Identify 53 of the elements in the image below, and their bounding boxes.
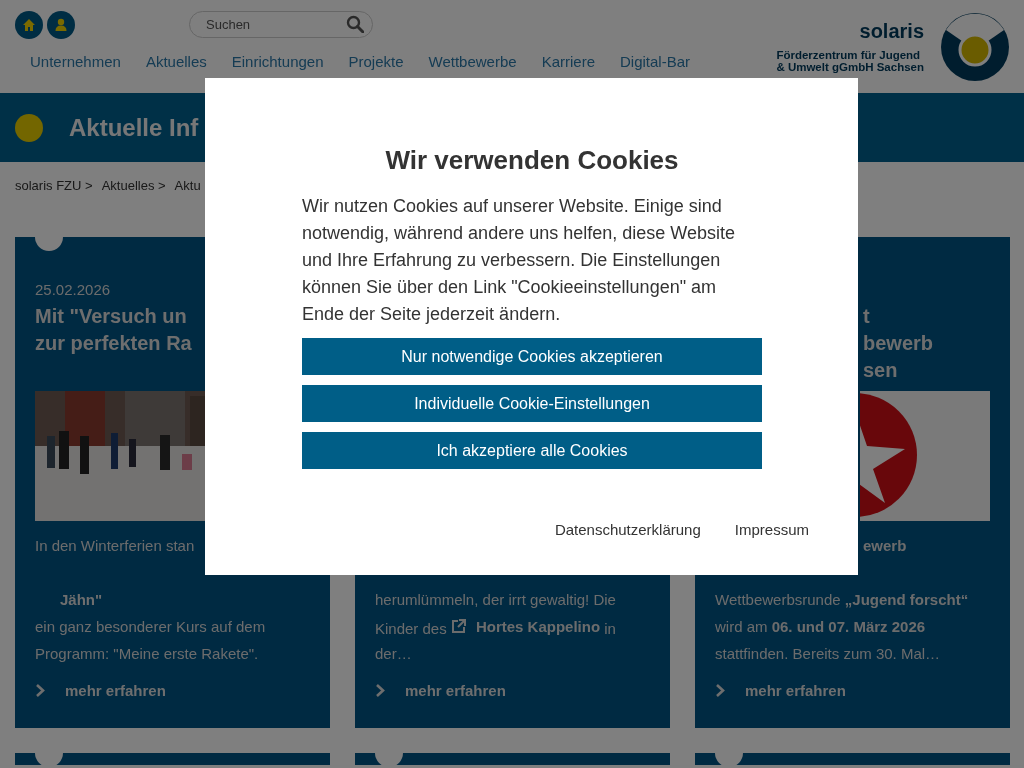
card-title: t [862, 304, 871, 329]
nav-link[interactable]: Wettbewerbe [428, 53, 517, 71]
chevron-icon [375, 684, 385, 697]
card-text: wird am 06. und 07. März 2026 [715, 617, 927, 637]
card-text: ein ganz besonderer Kurs auf dem [35, 617, 267, 637]
home-icon [22, 17, 36, 32]
page-title: Aktuelle Inf [69, 113, 199, 142]
card-title: zur perfekten Ra [35, 331, 193, 356]
nav-link[interactable]: Digital-Bar [620, 53, 691, 71]
card-text: in [604, 620, 616, 637]
search-icon[interactable] [346, 15, 364, 33]
more-link[interactable]: mehr erfahren [35, 682, 166, 699]
card-text: Programm: "Meine erste Rakete". [35, 644, 260, 664]
consent-button[interactable]: Nur notwendige Cookies akzeptieren [302, 338, 762, 375]
card-title: bewerb [862, 331, 935, 356]
breadcrumb-link[interactable]: Aktu [174, 178, 201, 237]
nav-link[interactable]: Projekte [348, 53, 404, 71]
dialog-title: Wir verwenden Cookies [384, 144, 680, 176]
card-text: In den Winterferien stan [35, 536, 196, 556]
user-icon [55, 17, 67, 32]
brand-tagline: & Umwelt gGmbH Sachsen [776, 61, 924, 73]
nav-link[interactable]: Einrichtungen [231, 53, 324, 71]
card-text: der… [375, 644, 413, 664]
card-text: ewerb [862, 536, 908, 556]
dialog-text: Wir nutzen Cookies auf unserer Website. Einige sind notwendig, während andere uns helfen, diese Website und Ihre Erfahrung zu verbessern. Die Einstellungen können Sie über den Link "Cookieeinstellungen" am Ende der Seite jederzeit ändern. [302, 195, 736, 326]
card-text: Wettbewerbsrunde „Jugend forscht“ [715, 590, 970, 610]
brand-name: solaris [859, 20, 924, 43]
home-button[interactable] [15, 10, 43, 39]
external-link-icon [450, 619, 466, 634]
external-link[interactable]: Jähn" [35, 586, 103, 613]
user-button[interactable] [47, 10, 75, 39]
search-field[interactable]: Suchen [189, 11, 373, 38]
card-text: herumlümmeln, der irrt gewaltig! Die [375, 590, 617, 610]
card-text: Kinder des [375, 620, 447, 637]
breadcrumb-link[interactable]: Aktuelles > [101, 178, 166, 237]
nav-link[interactable]: Aktuelles [145, 53, 207, 71]
footer-link[interactable]: Impressum [734, 521, 809, 538]
consent-button[interactable]: Ich akzeptiere alle Cookies [302, 432, 762, 469]
brand-tagline: Förderzentrum für Jugend [776, 49, 921, 61]
breadcrumb-link[interactable]: solaris FZU > [15, 178, 93, 237]
chevron-icon [715, 684, 725, 697]
nav-link[interactable]: Unternehmen [30, 53, 121, 71]
consent-button[interactable]: Individuelle Cookie-Einstellungen [302, 385, 762, 422]
sun-icon [15, 113, 43, 142]
more-link[interactable]: mehr erfahren [715, 682, 846, 699]
chevron-icon [35, 684, 45, 697]
card-title: sen [862, 358, 899, 383]
logo-icon[interactable] [940, 11, 1010, 82]
external-link[interactable]: Hortes Kappelino [450, 613, 601, 640]
card-text: stattfinden. Bereits zum 30. Mal… [715, 644, 942, 664]
footer-link[interactable]: Datenschutzerklärung [554, 521, 701, 538]
nav-link[interactable]: Karriere [541, 53, 595, 71]
more-link[interactable]: mehr erfahren [375, 682, 506, 699]
